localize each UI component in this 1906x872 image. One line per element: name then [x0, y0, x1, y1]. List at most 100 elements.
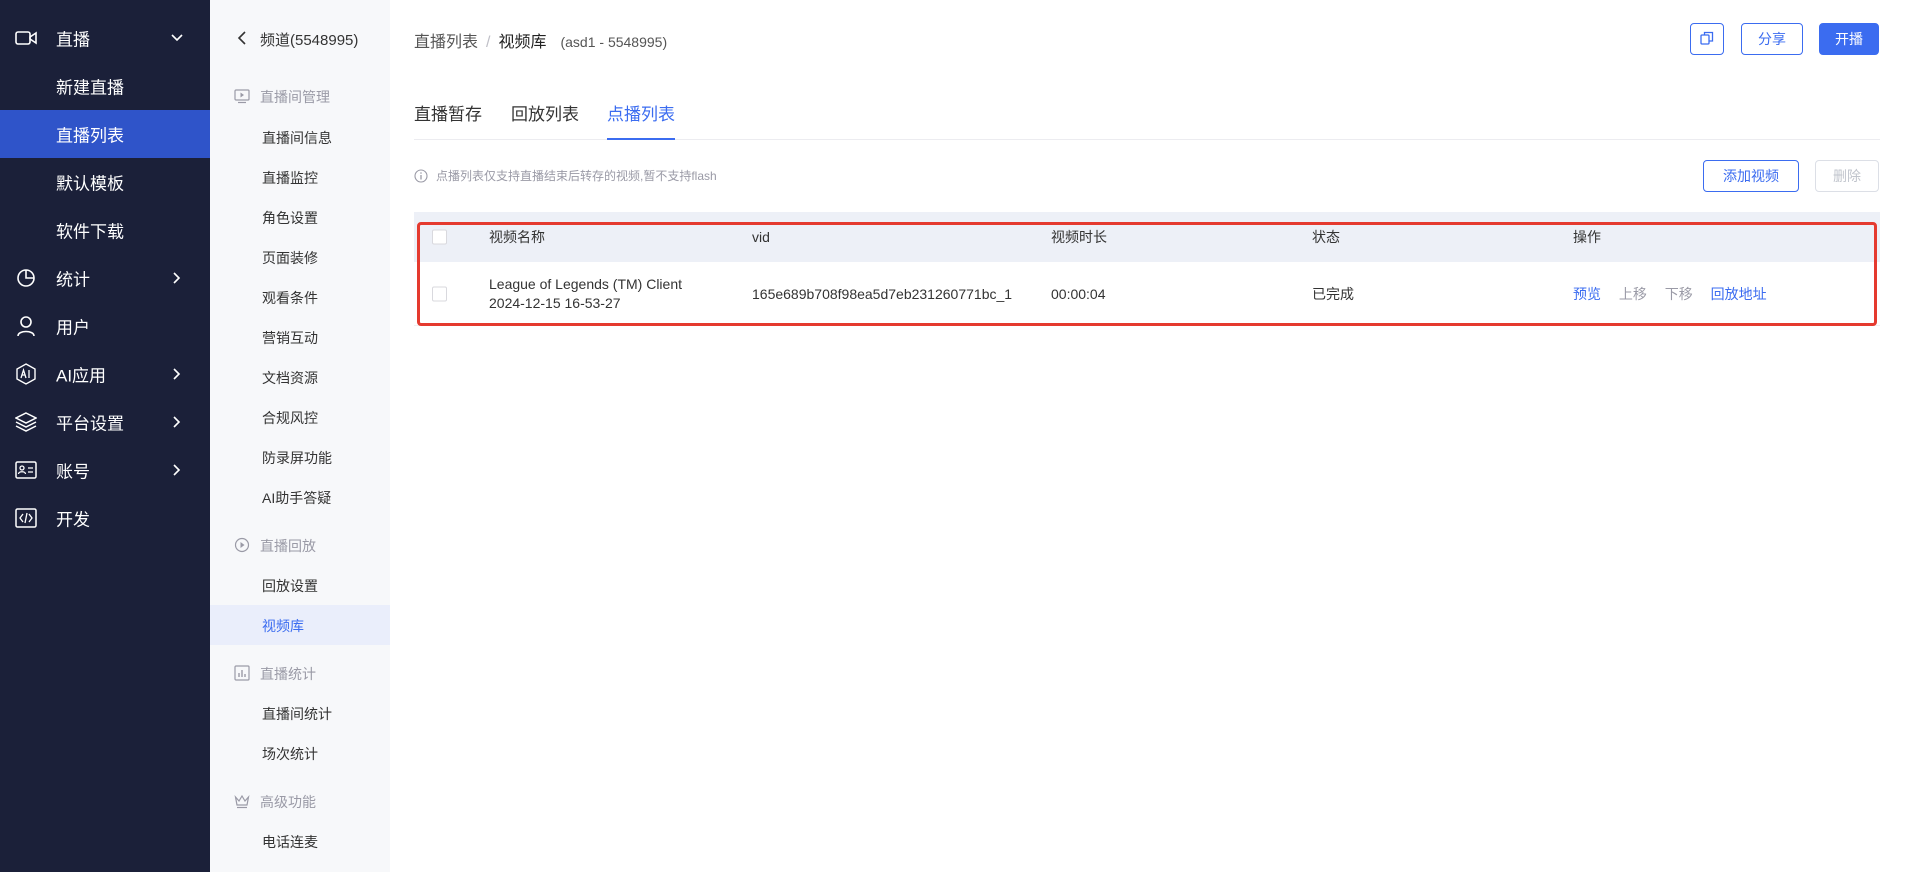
playback-url-link[interactable]: 回放地址	[1711, 286, 1767, 302]
info-icon	[414, 168, 428, 183]
back-to-channel[interactable]: 频道(5548995)	[210, 18, 390, 58]
nav-label: 用户	[56, 318, 90, 338]
video-duration: 00:00:04	[1051, 285, 1106, 302]
submenu-item-video-library[interactable]: 视频库	[210, 605, 390, 645]
group-label: 直播统计	[260, 666, 316, 682]
group-label: 直播回放	[260, 538, 316, 554]
share-button[interactable]: 分享	[1741, 23, 1803, 55]
group-label: 直播间管理	[260, 89, 330, 105]
chevron-right-icon	[170, 271, 184, 285]
ai-hexagon-icon	[14, 362, 38, 386]
add-video-button[interactable]: 添加视频	[1703, 160, 1799, 192]
submenu-item[interactable]: 回放设置	[210, 565, 390, 605]
submenu-item-label: 直播监控	[262, 170, 318, 186]
group-live-playback: 直播回放	[210, 527, 390, 563]
nav-sub-label: 新建直播	[56, 78, 124, 98]
submenu-item-label: 营销互动	[262, 330, 318, 346]
submenu-item[interactable]: 电话连麦	[210, 821, 390, 861]
chevron-left-icon	[237, 31, 249, 45]
tab-vod-list[interactable]: 点播列表	[607, 100, 675, 140]
submenu-item[interactable]: 角色设置	[210, 197, 390, 237]
nav-label: 直播	[56, 30, 90, 50]
submenu-item-label: 角色设置	[262, 210, 318, 226]
group-live-room-management: 直播间管理	[210, 78, 390, 114]
column-header-status: 状态	[1312, 229, 1340, 245]
move-up-link[interactable]: 上移	[1619, 286, 1647, 302]
submenu-item[interactable]: 页面装修	[210, 237, 390, 277]
group-label: 高级功能	[260, 794, 316, 810]
submenu-item[interactable]: 合规风控	[210, 397, 390, 437]
submenu-item-label: 观看条件	[262, 290, 318, 306]
column-header-vid: vid	[752, 229, 770, 245]
chevron-right-icon	[170, 415, 184, 429]
start-live-button[interactable]: 开播	[1819, 23, 1879, 55]
main-nav: 直播 新建直播 直播列表 默认模板 软件下载 统计 用户 AI应用 平台设置 账…	[0, 0, 210, 872]
column-header-actions: 操作	[1573, 229, 1601, 245]
submenu-item[interactable]: 观看条件	[210, 277, 390, 317]
breadcrumb-live-list[interactable]: 直播列表	[414, 34, 478, 51]
submenu-item[interactable]: AI助手答疑	[210, 477, 390, 517]
nav-sub-software-download[interactable]: 软件下载	[0, 206, 210, 254]
submenu-item[interactable]: 营销互动	[210, 317, 390, 357]
table-row: League of Legends (TM) Client 2024-12-15…	[414, 262, 1880, 326]
copy-icon	[1700, 31, 1714, 48]
nav-item-develop[interactable]: 开发	[0, 495, 210, 541]
video-camera-icon	[14, 26, 38, 50]
breadcrumb-separator: /	[486, 34, 491, 51]
code-icon	[14, 506, 38, 530]
nav-item-account[interactable]: 账号	[0, 447, 210, 493]
preview-link[interactable]: 预览	[1573, 286, 1601, 302]
tab-live-temp[interactable]: 直播暂存	[414, 100, 482, 138]
breadcrumb: 直播列表 / 视频库 (asd1 - 5548995)	[414, 28, 667, 52]
submenu-item[interactable]: 直播监控	[210, 157, 390, 197]
id-card-icon	[14, 458, 38, 482]
copy-button[interactable]	[1690, 23, 1724, 55]
row-checkbox[interactable]	[432, 286, 447, 301]
channel-submenu: 频道(5548995) 直播间管理 直播间信息 直播监控 角色设置 页面装修 观…	[210, 0, 390, 872]
channel-label: 频道(5548995)	[260, 32, 359, 49]
chevron-right-icon	[170, 367, 184, 381]
nav-item-platform-settings[interactable]: 平台设置	[0, 399, 210, 445]
video-status: 已完成	[1312, 285, 1354, 302]
delete-button[interactable]: 删除	[1815, 160, 1879, 192]
move-down-link[interactable]: 下移	[1665, 286, 1693, 302]
group-advanced: 高级功能	[210, 783, 390, 819]
submenu-item-label: 页面装修	[262, 250, 318, 266]
submenu-item[interactable]: 场次统计	[210, 733, 390, 773]
video-title: League of Legends (TM) Client	[489, 275, 682, 292]
nav-item-statistics[interactable]: 统计	[0, 255, 210, 301]
submenu-item[interactable]: 直播间统计	[210, 693, 390, 733]
notice: 点播列表仅支持直播结束后转存的视频,暂不支持flash	[414, 167, 717, 184]
chevron-down-icon	[170, 31, 184, 45]
nav-item-users[interactable]: 用户	[0, 303, 210, 349]
video-table: 视频名称 vid 视频时长 状态 操作 League of Legends (T…	[414, 212, 1880, 326]
submenu-item-label: 电话连麦	[262, 834, 318, 850]
nav-sub-default-template[interactable]: 默认模板	[0, 158, 210, 206]
nav-label: 平台设置	[56, 414, 124, 434]
submenu-item-label: 文档资源	[262, 370, 318, 386]
nav-label: 账号	[56, 462, 90, 482]
nav-item-ai-apps[interactable]: AI应用	[0, 351, 210, 397]
crown-icon	[234, 793, 250, 809]
nav-sub-label: 默认模板	[56, 174, 124, 194]
bar-chart-icon	[234, 665, 250, 681]
column-header-duration: 视频时长	[1051, 229, 1107, 245]
nav-sub-new-live[interactable]: 新建直播	[0, 62, 210, 110]
main-content: 直播列表 / 视频库 (asd1 - 5548995) 分享 开播 直播暂存 回放列表…	[390, 0, 1906, 872]
nav-sub-label: 直播列表	[56, 126, 124, 146]
nav-item-live[interactable]: 直播	[0, 15, 210, 61]
nav-label: AI应用	[56, 366, 107, 386]
submenu-item[interactable]: 防录屏功能	[210, 437, 390, 477]
video-date: 2024-12-15 16-53-27	[489, 294, 621, 311]
pie-chart-icon	[14, 266, 38, 290]
breadcrumb-video-library: 视频库	[498, 34, 547, 51]
tab-playback-list[interactable]: 回放列表	[511, 100, 579, 138]
nav-sub-live-list[interactable]: 直播列表	[0, 110, 210, 158]
playback-icon	[234, 537, 250, 553]
submenu-item-label: 合规风控	[262, 410, 318, 426]
nav-label: 统计	[56, 270, 90, 290]
submenu-item[interactable]: 直播间信息	[210, 117, 390, 157]
submenu-item-label: 回放设置	[262, 578, 318, 594]
submenu-item[interactable]: 文档资源	[210, 357, 390, 397]
select-all-checkbox[interactable]	[432, 229, 447, 245]
